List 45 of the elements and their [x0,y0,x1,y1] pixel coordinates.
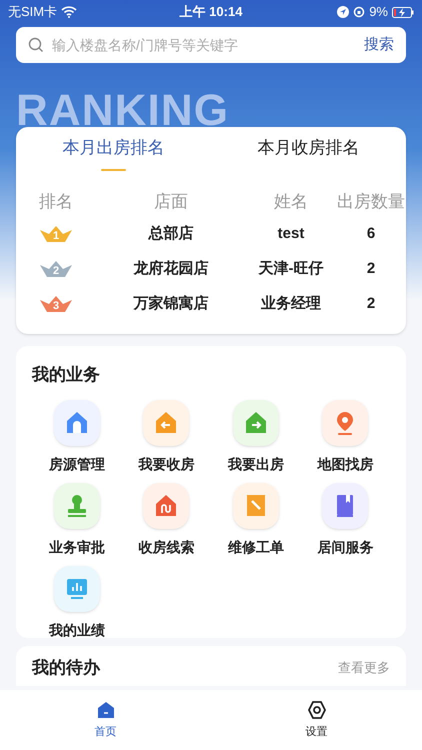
column-header: 店面 [153,191,189,214]
column-header: 排名 [38,191,74,214]
name-cell-text: 天津-旺仔 [257,259,324,280]
time-text: 上午 10:14 [180,3,242,22]
store-cell-text: 龙府花园店 [132,259,210,280]
banner-title: RANKING [16,89,230,127]
store-cell-text: 总部店 [147,224,194,244]
tab-bar-item[interactable]: 设置 [211,690,422,750]
lock-rotation-icon [353,6,366,18]
rank-number: 2 [52,264,60,280]
feature-button[interactable]: 业务审批 [32,482,122,558]
search-bar[interactable]: 输入楼盘名称/门牌号等关键字 搜索 [16,27,406,63]
section-title: 我的业务 [32,364,101,386]
feature-button[interactable]: 地图找房 [300,400,390,474]
search-button[interactable]: 搜索 [364,34,394,56]
count-cell-text: 2 [366,259,376,280]
name-cell-text: 业务经理 [260,294,322,314]
feature-button[interactable]: 我要收房 [122,400,211,474]
battery-text: 9% [369,3,388,22]
feature-button[interactable]: 维修工单 [211,482,300,558]
section-title: 我的待办 [32,658,100,678]
column-header: 姓名 [273,191,309,214]
name-cell-text: test [276,224,306,244]
feature-button[interactable]: 房源管理 [32,400,122,474]
count-cell-text: 2 [366,294,376,314]
feature-button[interactable]: 居间服务 [300,482,390,558]
ranking-tab[interactable]: 本月收房排名 [211,127,406,179]
location-icon [337,6,350,18]
store-cell-text: 万家锦寓店 [132,294,210,314]
search-field[interactable]: 输入楼盘名称/门牌号等关键字 [52,34,356,56]
column-header: 出房数量 [336,191,406,214]
wifi-icon [61,6,78,18]
battery-icon [392,6,414,18]
rank-number: 1 [52,229,60,244]
settings-icon [306,700,326,720]
count-cell-text: 6 [366,224,376,244]
feature-button[interactable]: 我要出房 [211,400,300,474]
tab-bar-item[interactable]: 首页 [0,690,211,750]
feature-button[interactable]: 收房线索 [122,482,211,558]
search-icon [28,37,44,53]
ranking-tab[interactable]: 本月出房排名 [16,127,211,179]
rank-number: 3 [52,299,60,314]
feature-button[interactable]: 我的业绩 [32,566,122,640]
carrier-text: 无SIM卡 [8,3,58,22]
home-icon [96,700,116,720]
